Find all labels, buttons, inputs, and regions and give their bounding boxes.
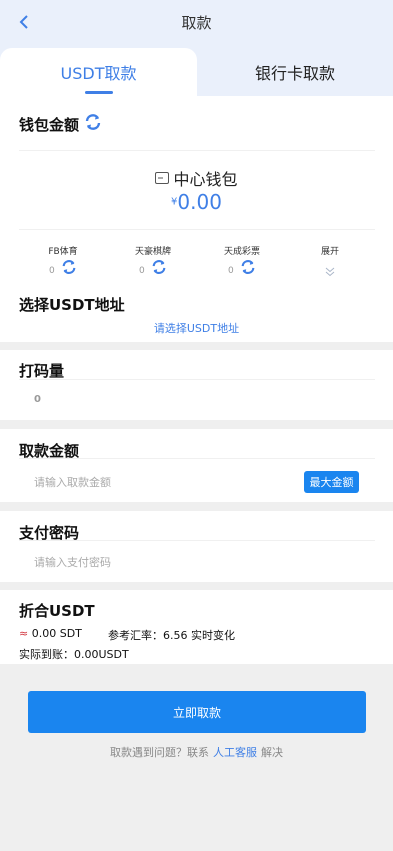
- wallet-card: 钱包金额 中心钱包 ¥0.00 FB体育 0 天豪棋牌 0 天成彩票 0 展开 …: [0, 96, 393, 342]
- turnover-value: 0: [34, 394, 41, 405]
- customer-service-link[interactable]: 人工客服: [213, 746, 257, 759]
- center-wallet-balance: ¥0.00: [171, 190, 222, 214]
- tab-label: USDT取款: [60, 64, 137, 83]
- top-bar: 取款: [0, 0, 393, 44]
- divider: [19, 379, 375, 380]
- divider: [19, 458, 375, 459]
- payment-password-input[interactable]: 请输入支付密码: [34, 554, 111, 570]
- turnover-card: 打码量 0: [0, 350, 393, 420]
- expand-venues-button[interactable]: 展开: [290, 244, 370, 277]
- tab-label: 银行卡取款: [254, 64, 335, 83]
- approx-icon: ≈: [19, 627, 29, 640]
- wallet-icon: [155, 172, 170, 184]
- turnover-title: 打码量: [19, 362, 65, 380]
- payment-password-card: 支付密码 请输入支付密码: [0, 511, 393, 582]
- refresh-icon[interactable]: [84, 113, 102, 135]
- help-text: 取款遇到问题？联系 人工客服 解决: [110, 746, 283, 759]
- withdraw-now-button[interactable]: 立即取款: [28, 691, 366, 733]
- chevron-double-down-icon: [325, 262, 335, 281]
- usdt-equivalent-title: 折合USDT: [19, 602, 95, 620]
- tab-bank-withdraw[interactable]: 银行卡取款: [197, 48, 393, 96]
- refresh-icon[interactable]: [61, 259, 77, 279]
- refresh-icon[interactable]: [240, 259, 256, 279]
- usdt-equivalent-card: 折合USDT ≈ 0.00 SDT 参考汇率：6.56 实时变化 实际到账：0.…: [0, 590, 393, 664]
- center-wallet-label: 中心钱包: [0, 166, 393, 190]
- tab-usdt-withdraw[interactable]: USDT取款: [0, 48, 197, 96]
- withdraw-amount-input[interactable]: 请输入取款金额: [34, 474, 111, 490]
- divider: [19, 229, 375, 230]
- actual-arrival: 实际到账：0.00USDT: [19, 648, 129, 661]
- withdraw-amount-card: 取款金额 请输入取款金额 最大金额: [0, 429, 393, 502]
- tab-bar: USDT取款 银行卡取款: [0, 44, 393, 96]
- venue-tiancheng-lottery: 天成彩票 0: [202, 244, 282, 276]
- venue-fb-sports: FB体育 0: [23, 244, 103, 276]
- max-amount-button[interactable]: 最大金额: [304, 471, 359, 493]
- tab-active-indicator: [85, 91, 113, 94]
- refresh-icon[interactable]: [151, 259, 167, 279]
- usdt-amount: ≈ 0.00 SDT: [19, 627, 82, 640]
- select-usdt-address-link[interactable]: 请选择USDT地址: [0, 320, 393, 336]
- exchange-rate: 参考汇率：6.56 实时变化: [108, 629, 235, 642]
- wallet-title: 钱包金额: [19, 116, 80, 134]
- venue-tianhao-chess: 天豪棋牌 0: [113, 244, 193, 276]
- divider: [19, 150, 375, 151]
- page-title: 取款: [181, 14, 212, 32]
- divider: [19, 540, 375, 541]
- usdt-address-title: 选择USDT地址: [19, 296, 125, 314]
